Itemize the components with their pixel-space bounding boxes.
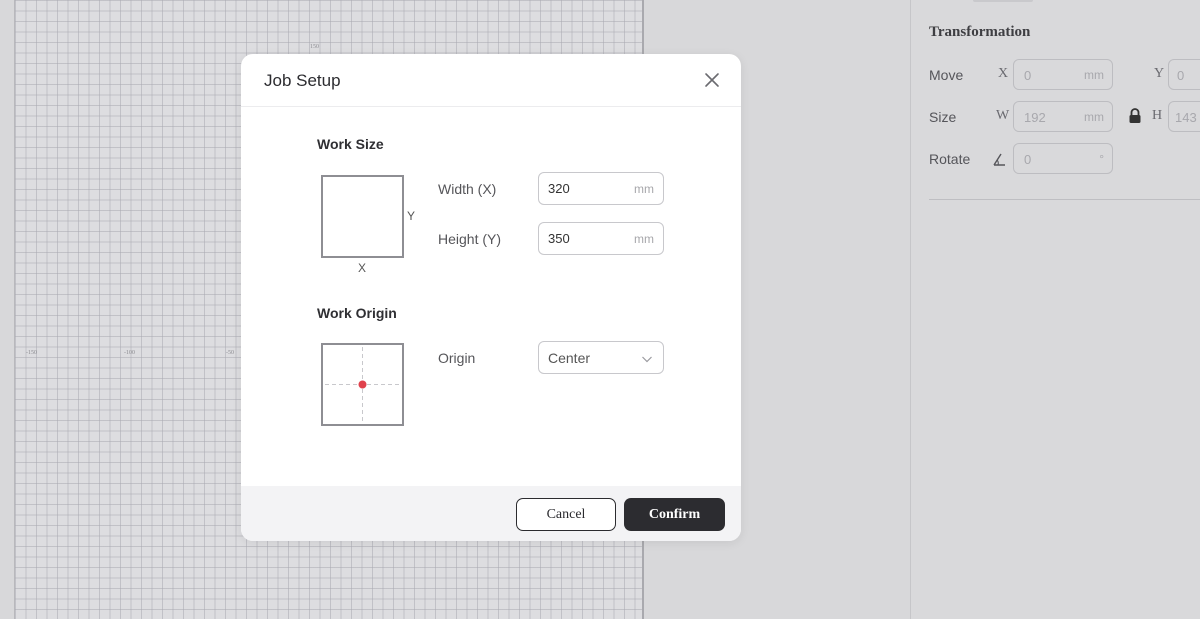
close-icon[interactable]	[700, 68, 724, 92]
dialog-footer: Cancel Confirm	[241, 486, 741, 541]
move-y-value: 0	[1177, 68, 1185, 83]
ruler-tick-left: -50	[226, 350, 234, 356]
job-setup-dialog: Job Setup Work Size Y X Width (X) 320 mm…	[241, 54, 741, 541]
rotate-label: Rotate	[929, 151, 971, 167]
width-unit: mm	[634, 182, 654, 196]
ruler-tick-top: 150	[310, 44, 319, 50]
diagram-y-label: Y	[407, 209, 416, 223]
move-y-axis-label: Y	[1154, 66, 1165, 81]
confirm-button[interactable]: Confirm	[624, 498, 725, 531]
ruler-tick-left: -100	[124, 350, 135, 356]
size-w-value: 192	[1024, 110, 1046, 125]
rotate-value: 0	[1024, 152, 1032, 167]
move-x-value: 0	[1024, 68, 1032, 83]
height-input[interactable]: 350 mm	[538, 222, 664, 255]
origin-select[interactable]: Center	[538, 341, 664, 374]
panel-divider	[929, 199, 1200, 200]
dialog-title: Job Setup	[264, 71, 341, 90]
size-w-axis-label: W	[996, 108, 1010, 123]
cancel-button[interactable]: Cancel	[516, 498, 616, 531]
move-x-input[interactable]: 0 mm	[1013, 59, 1113, 90]
work-origin-diagram	[321, 343, 404, 426]
height-label: Height (Y)	[438, 231, 502, 247]
size-w-input[interactable]: 192 mm	[1013, 101, 1113, 132]
size-row: Size W 192 mm H 143	[929, 101, 1200, 133]
size-h-value: 143	[1175, 110, 1197, 125]
size-w-unit: mm	[1084, 110, 1104, 124]
rotate-unit: °	[1099, 152, 1104, 166]
work-size-diagram	[321, 175, 404, 258]
move-x-unit: mm	[1084, 68, 1104, 82]
move-label: Move	[929, 67, 964, 83]
move-x-axis-label: X	[998, 66, 1009, 81]
size-h-axis-label: H	[1152, 108, 1163, 123]
width-value: 320	[548, 181, 570, 196]
origin-select-value: Center	[548, 350, 591, 366]
lock-icon[interactable]	[1128, 108, 1142, 124]
diagram-x-label: X	[358, 261, 367, 275]
rotate-row: Rotate 0 °	[929, 143, 1200, 175]
move-y-input[interactable]: 0	[1168, 59, 1200, 90]
height-value: 350	[548, 231, 570, 246]
height-unit: mm	[634, 232, 654, 246]
origin-label: Origin	[438, 350, 476, 366]
ruler-tick-left: -150	[26, 350, 37, 356]
properties-panel: Transformation Move X 0 mm Y 0 Size W 19…	[910, 0, 1200, 619]
size-h-input[interactable]: 143	[1168, 101, 1200, 132]
origin-point	[358, 380, 367, 389]
chevron-down-icon	[641, 352, 653, 364]
panel-tab-indicator	[973, 0, 1033, 2]
angle-icon	[992, 151, 1008, 167]
work-origin-title: Work Origin	[317, 305, 397, 321]
width-label: Width (X)	[438, 181, 497, 197]
move-row: Move X 0 mm Y 0	[929, 59, 1200, 91]
rotate-input[interactable]: 0 °	[1013, 143, 1113, 174]
transformation-title: Transformation	[929, 24, 1031, 40]
dialog-header: Job Setup	[241, 54, 741, 107]
size-label: Size	[929, 109, 957, 125]
width-input[interactable]: 320 mm	[538, 172, 664, 205]
work-size-title: Work Size	[317, 136, 384, 152]
